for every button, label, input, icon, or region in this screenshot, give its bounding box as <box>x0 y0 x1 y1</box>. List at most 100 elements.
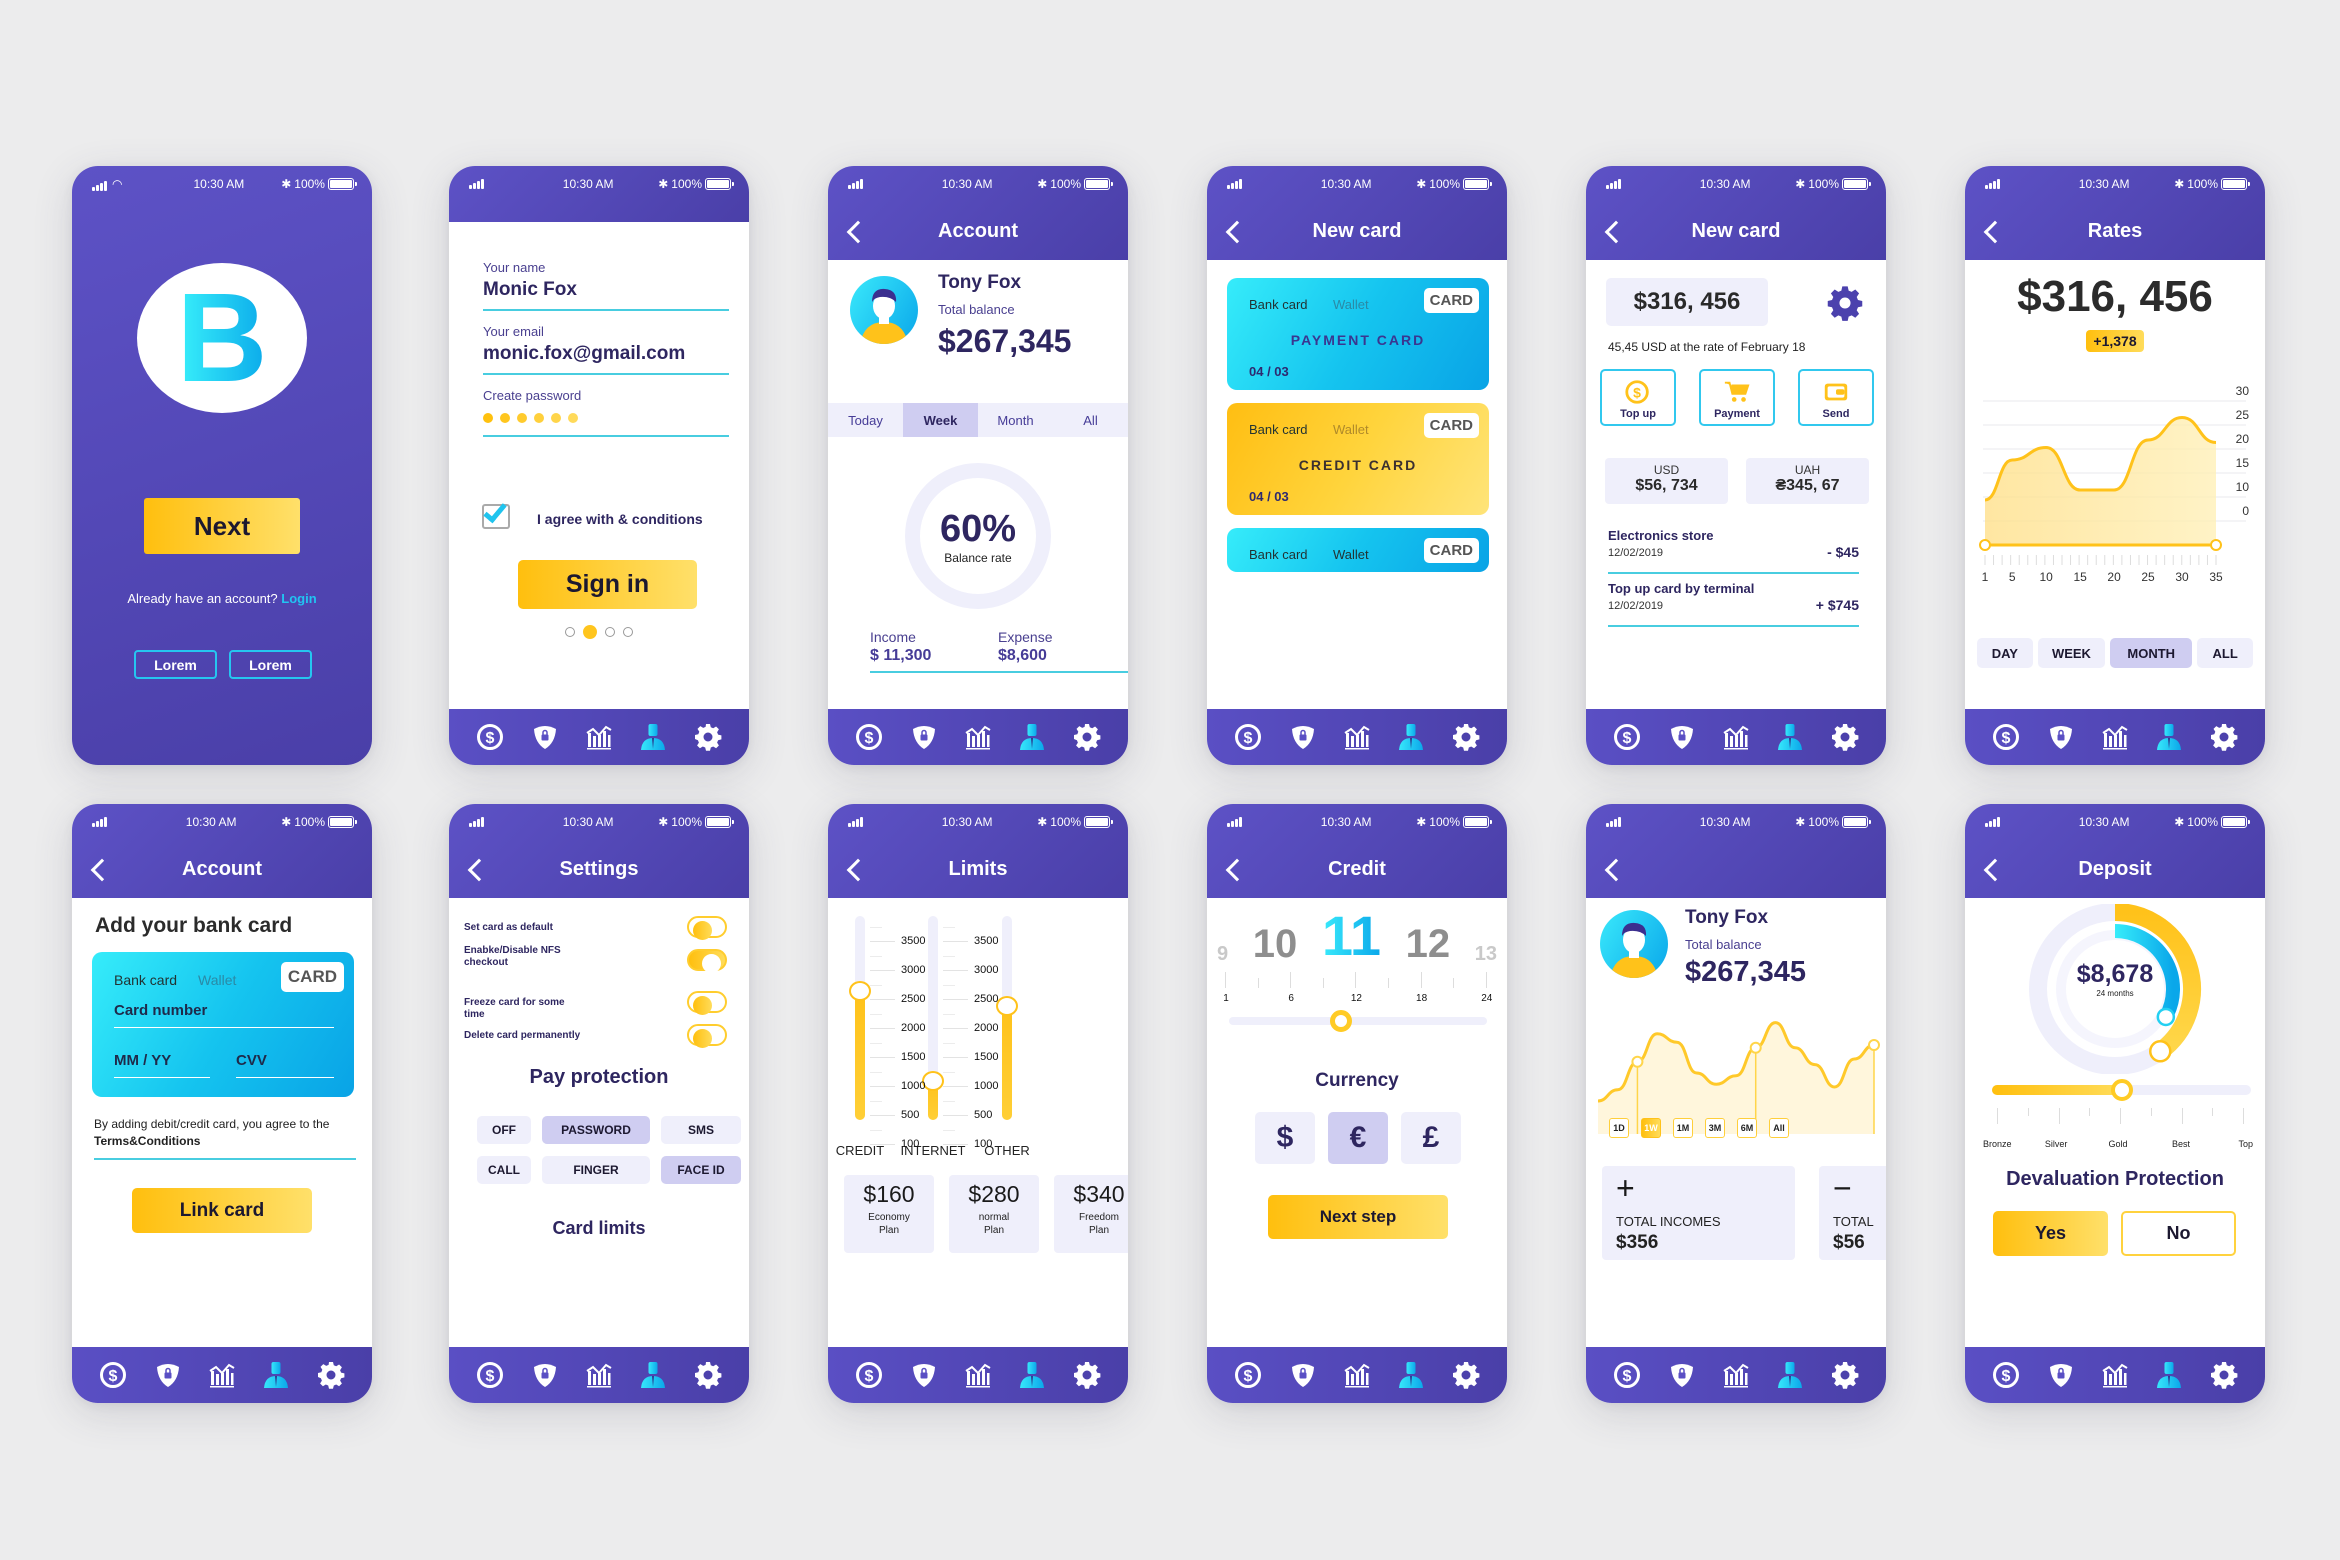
tab-gear[interactable] <box>1449 1358 1483 1392</box>
tab-shield-lock[interactable] <box>1286 720 1320 754</box>
tab-gear[interactable] <box>1828 1358 1862 1392</box>
back-button[interactable] <box>1223 220 1245 242</box>
tab-wallet[interactable]: Wallet <box>198 972 236 988</box>
tier-label[interactable]: Best <box>2172 1139 2190 1149</box>
picker-option[interactable]: 10 <box>1253 924 1298 964</box>
tab-user[interactable] <box>1773 1358 1807 1392</box>
range-1m[interactable]: 1M <box>1673 1118 1693 1138</box>
action-payment[interactable]: Payment <box>1699 369 1775 426</box>
currency-option[interactable]: $ <box>1255 1112 1315 1164</box>
email-field[interactable]: Your email monic.fox@gmail.com <box>483 324 729 375</box>
back-button[interactable] <box>844 220 866 242</box>
slider-thumb[interactable] <box>1330 1010 1353 1032</box>
tab-gear[interactable] <box>1070 720 1104 754</box>
lorem-button-1[interactable]: Lorem <box>134 650 217 679</box>
tab-gear[interactable] <box>314 1358 348 1392</box>
tab-bank-card[interactable]: Bank card <box>114 972 177 988</box>
tab-shield-lock[interactable] <box>907 1358 941 1392</box>
tab-dollar[interactable]: $ <box>96 1358 130 1392</box>
agree-checkbox[interactable] <box>482 498 510 529</box>
link-card-button[interactable]: Link card <box>132 1188 312 1233</box>
data-point-marker[interactable] <box>1868 1039 1880 1051</box>
tab-dollar[interactable]: $ <box>473 1358 507 1392</box>
limit-slider-other[interactable] <box>996 916 1018 1120</box>
tab-chart[interactable] <box>1340 1358 1374 1392</box>
slider-thumb[interactable] <box>849 981 871 1002</box>
back-button[interactable] <box>465 858 487 880</box>
page-dot[interactable] <box>583 625 597 639</box>
tab-chart[interactable] <box>205 1358 239 1392</box>
month-slider[interactable] <box>1229 1010 1487 1032</box>
bank-card[interactable]: Bank card Wallet CARD CREDIT CARD 04 / 03 <box>1227 403 1489 515</box>
tab-chart[interactable] <box>1719 720 1753 754</box>
bank-card[interactable]: Bank card Wallet CARD <box>1227 528 1489 572</box>
toggle-switch[interactable] <box>687 916 727 940</box>
transaction-row[interactable]: Top up card by terminal 12/02/2019 + $745 <box>1608 581 1859 627</box>
tab-user[interactable] <box>2152 720 2186 754</box>
range-handle-end[interactable] <box>2210 539 2222 551</box>
tab-dollar[interactable]: $ <box>1610 1358 1644 1392</box>
tab-chart[interactable] <box>961 1358 995 1392</box>
limit-slider-internet[interactable] <box>922 916 944 1120</box>
tab-dollar[interactable]: $ <box>1231 1358 1265 1392</box>
tab-user[interactable] <box>1773 720 1807 754</box>
inner-arc-handle[interactable] <box>2156 1007 2176 1027</box>
page-dot[interactable] <box>605 627 615 637</box>
protection-off[interactable]: OFF <box>477 1116 531 1144</box>
period-day[interactable]: DAY <box>1977 638 2033 668</box>
tab-chart[interactable] <box>582 1358 616 1392</box>
yes-button[interactable]: Yes <box>1993 1211 2108 1256</box>
tab-bank-card[interactable]: Bank card <box>1249 422 1308 437</box>
protection-face-id[interactable]: FACE ID <box>661 1156 741 1184</box>
picker-selected[interactable]: 11 <box>1322 908 1381 964</box>
cvv-input[interactable]: CVV <box>236 1052 334 1078</box>
tab-dollar[interactable]: $ <box>1989 1358 2023 1392</box>
tab-gear[interactable] <box>691 720 725 754</box>
email-input[interactable]: monic.fox@gmail.com <box>483 339 729 375</box>
tier-label[interactable]: Gold <box>2108 1139 2127 1149</box>
password-input[interactable] <box>483 403 729 437</box>
tab-chart[interactable] <box>2098 1358 2132 1392</box>
tier-label[interactable]: Top <box>2238 1139 2253 1149</box>
tab-wallet[interactable]: Wallet <box>1333 422 1369 437</box>
password-field[interactable]: Create password <box>483 388 729 437</box>
back-button[interactable] <box>1981 220 2003 242</box>
picker-option[interactable]: 13 <box>1475 944 1497 964</box>
tab-gear[interactable] <box>2207 1358 2241 1392</box>
tab-chart[interactable] <box>2098 720 2132 754</box>
transaction-row[interactable]: Electronics store 12/02/2019- $45 <box>1608 528 1859 574</box>
tab-month[interactable]: Month <box>978 403 1053 437</box>
login-link[interactable]: Login <box>281 591 316 606</box>
limit-slider-credit[interactable] <box>849 916 871 1120</box>
range-1d[interactable]: 1D <box>1609 1118 1629 1138</box>
tab-shield-lock[interactable] <box>907 720 941 754</box>
name-input[interactable]: Monic Fox <box>483 275 729 311</box>
tab-user[interactable] <box>1394 720 1428 754</box>
plan-card[interactable]: $160 Economy Plan <box>844 1175 934 1253</box>
protection-finger[interactable]: FINGER <box>542 1156 650 1184</box>
expiry-input[interactable]: MM / YY <box>114 1052 210 1078</box>
lorem-button-2[interactable]: Lorem <box>229 650 312 679</box>
tab-user[interactable] <box>1015 720 1049 754</box>
data-point-marker[interactable] <box>1749 1041 1762 1054</box>
tab-today[interactable]: Today <box>828 403 903 437</box>
back-button[interactable] <box>1223 858 1245 880</box>
range-all[interactable]: All <box>1769 1118 1789 1138</box>
action-top-up[interactable]: $ Top up <box>1600 369 1676 426</box>
back-button[interactable] <box>1981 858 2003 880</box>
tab-dollar[interactable]: $ <box>1989 720 2023 754</box>
range-handle-start[interactable] <box>1979 539 1991 551</box>
slider-thumb[interactable] <box>2110 1079 2133 1101</box>
back-button[interactable] <box>1602 220 1624 242</box>
range-1w[interactable]: 1W <box>1641 1118 1661 1138</box>
tab-bank-card[interactable]: Bank card <box>1249 297 1308 312</box>
tab-shield-lock[interactable] <box>1286 1358 1320 1392</box>
tab-chart[interactable] <box>1340 720 1374 754</box>
tab-user[interactable] <box>636 1358 670 1392</box>
tab-gear[interactable] <box>1449 720 1483 754</box>
tab-dollar[interactable]: $ <box>473 720 507 754</box>
tier-label[interactable]: Silver <box>2045 1139 2068 1149</box>
toggle-switch[interactable] <box>687 949 727 973</box>
period-month[interactable]: MONTH <box>2110 638 2193 668</box>
range-3m[interactable]: 3M <box>1705 1118 1725 1138</box>
